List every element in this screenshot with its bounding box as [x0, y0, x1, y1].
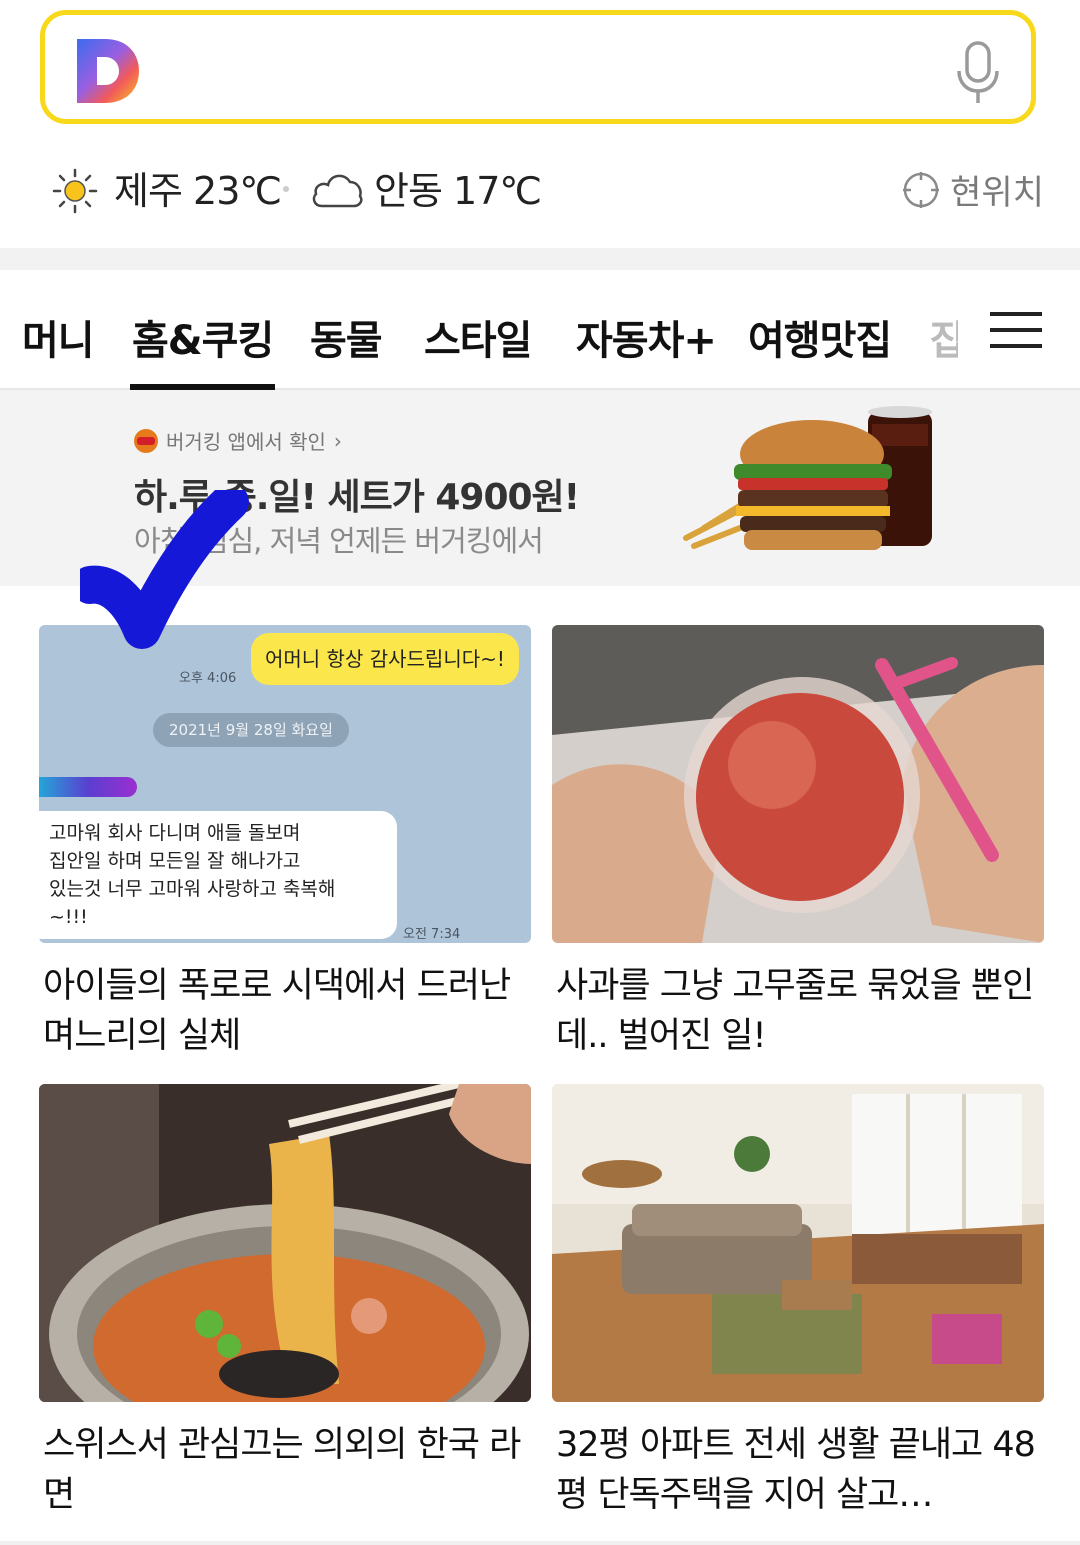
apple-photo-thumbnail [552, 625, 1044, 943]
tab-car[interactable]: 자동차+ [576, 308, 717, 366]
tab-home-cooking[interactable]: 홈&쿠킹 [132, 308, 274, 366]
weather-andong[interactable]: 안동 17℃ [374, 160, 542, 215]
burger-king-logo [134, 428, 158, 453]
weather-jeju[interactable]: 제주 23℃ [114, 160, 282, 215]
checkmark-icon [80, 490, 249, 649]
card-title[interactable]: 32평 아파트 전세 생활 끝내고 48평 단독주택을 지어 살고… [552, 1420, 1044, 1520]
tab-style[interactable]: 스타일 [424, 308, 532, 366]
crosshair-icon [903, 171, 940, 208]
ramen-photo-thumbnail [39, 1084, 531, 1402]
tab-money[interactable]: 머니 [22, 308, 95, 366]
microphone-icon[interactable] [955, 41, 1001, 105]
ad-source-link[interactable]: 버거킹 앱에서 확인 › [134, 426, 342, 455]
location-label: 현위치 [950, 173, 1044, 213]
tab-animals[interactable]: 동물 [310, 308, 383, 366]
sun-icon [52, 168, 98, 214]
search-bar[interactable] [40, 10, 1036, 124]
chat-gradient-bar [39, 777, 137, 797]
bottom-divider [0, 1541, 1080, 1545]
living-room-photo-thumbnail [552, 1084, 1044, 1402]
chat-timestamp: 오전 7:34 [403, 927, 461, 942]
content-card[interactable]: 32평 아파트 전세 생활 끝내고 48평 단독주택을 지어 살고… [552, 1084, 1044, 1520]
section-divider [0, 248, 1080, 270]
chat-screenshot-thumbnail: 어머니 항상 감사드립니다~! 오후 4:06 2021년 9월 28일 화요일… [39, 625, 531, 943]
category-tabs: 머니 홈&쿠킹 동물 스타일 자동차+ 여행맛집 잡 [0, 270, 1080, 390]
daum-logo [77, 39, 139, 103]
content-card[interactable]: 스위스서 관심끄는 의외의 한국 라면 [39, 1084, 531, 1520]
tab-travel-food[interactable]: 여행맛집 [748, 308, 892, 366]
weather-city: 제주 [114, 169, 183, 213]
chat-bubble-white: 고마워 회사 다니며 애들 돌보며 집안일 하며 모든일 잘 해나가고 있는것 … [39, 811, 397, 939]
apple-image [552, 625, 1044, 943]
current-location-button[interactable]: 현위치 [902, 165, 1044, 214]
chevron-right-icon: › [333, 428, 342, 453]
content-card[interactable]: 사과를 그냥 고무줄로 묶었을 뿐인데.. 벌어진 일! [552, 625, 1044, 1061]
burger-set-image [683, 406, 932, 550]
cloud-icon [312, 174, 363, 208]
ramen-image [39, 1084, 531, 1402]
ad-source-label: 버거킹 앱에서 확인 [166, 430, 326, 454]
weather-temp: 23℃ [193, 169, 282, 213]
chat-date-pill: 2021년 9월 28일 화요일 [153, 713, 349, 747]
card-title[interactable]: 아이들의 폭로로 시댁에서 드러난 며느리의 실체 [39, 961, 531, 1061]
separator-dot [283, 186, 289, 192]
weather-temp: 17℃ [453, 169, 542, 213]
content-card[interactable]: 어머니 항상 감사드립니다~! 오후 4:06 2021년 9월 28일 화요일… [39, 625, 531, 1061]
hamburger-menu-icon[interactable] [990, 312, 1042, 348]
living-room-image [552, 1084, 1044, 1402]
chat-timestamp: 오후 4:06 [179, 671, 237, 686]
chat-bubble-yellow: 어머니 항상 감사드립니다~! [251, 633, 519, 685]
weather-city: 안동 [374, 169, 443, 213]
card-title[interactable]: 스위스서 관심끄는 의외의 한국 라면 [39, 1420, 531, 1520]
card-title[interactable]: 사과를 그냥 고무줄로 묶었을 뿐인데.. 벌어진 일! [552, 961, 1044, 1061]
tab-partial[interactable]: 잡 [930, 308, 958, 366]
search-input[interactable] [155, 35, 959, 109]
